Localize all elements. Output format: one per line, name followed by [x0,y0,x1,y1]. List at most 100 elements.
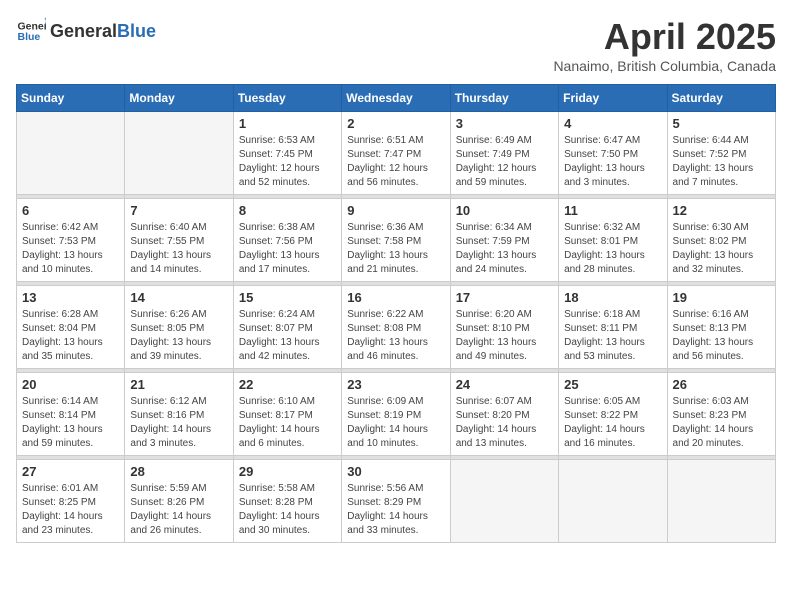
svg-text:Blue: Blue [18,31,41,43]
calendar-cell: 16 Sunrise: 6:22 AM Sunset: 8:08 PM Dayli… [342,286,450,369]
day-number: 16 [347,290,444,305]
day-info: Sunrise: 5:56 AM Sunset: 8:29 PM Dayligh… [347,482,444,538]
calendar-cell: 10Sunrise: 6:34 AM Sunset: 7:59 PM Dayli… [450,199,558,282]
calendar-cell: 29 Sunrise: 5:58 AM Sunset: 8:28 PM Dayli… [233,460,341,543]
day-info: Sunrise: 6:42 AM Sunset: 7:53 PM Dayligh… [22,221,119,277]
week-row-4: 20 Sunrise: 6:14 AM Sunset: 8:14 PM Dayli… [17,373,776,456]
calendar-cell: 3Sunrise: 6:49 AM Sunset: 7:49 PM Daylig… [450,112,558,195]
day-info: Sunrise: 6:38 AM Sunset: 7:56 PM Dayligh… [239,221,336,277]
day-number: 18 [564,290,661,305]
calendar-cell: 18 Sunrise: 6:18 AM Sunset: 8:11 PM Dayli… [559,286,667,369]
day-info: Sunrise: 6:26 AM Sunset: 8:05 PM Dayligh… [130,308,227,364]
day-info: Sunrise: 6:51 AM Sunset: 7:47 PM Dayligh… [347,134,444,190]
calendar-cell: 12Sunrise: 6:30 AM Sunset: 8:02 PM Dayli… [667,199,775,282]
weekday-header-row: SundayMondayTuesdayWednesdayThursdayFrid… [17,85,776,112]
day-number: 22 [239,377,336,392]
calendar-cell [559,460,667,543]
day-number: 12 [673,203,770,218]
day-number: 1 [239,116,336,131]
calendar-cell [17,112,125,195]
day-info: Sunrise: 6:49 AM Sunset: 7:49 PM Dayligh… [456,134,553,190]
day-info: Sunrise: 6:32 AM Sunset: 8:01 PM Dayligh… [564,221,661,277]
calendar-cell [667,460,775,543]
day-number: 15 [239,290,336,305]
day-number: 2 [347,116,444,131]
day-number: 23 [347,377,444,392]
calendar-cell: 5 Sunrise: 6:44 AM Sunset: 7:52 PM Daylig… [667,112,775,195]
calendar-cell: 9 Sunrise: 6:36 AM Sunset: 7:58 PM Daylig… [342,199,450,282]
weekday-header-friday: Friday [559,85,667,112]
day-number: 7 [130,203,227,218]
calendar-cell: 17 Sunrise: 6:20 AM Sunset: 8:10 PM Dayli… [450,286,558,369]
day-info: Sunrise: 6:16 AM Sunset: 8:13 PM Dayligh… [673,308,770,364]
day-number: 9 [347,203,444,218]
calendar-cell: 19 Sunrise: 6:16 AM Sunset: 8:13 PM Dayli… [667,286,775,369]
calendar-cell: 6 Sunrise: 6:42 AM Sunset: 7:53 PM Daylig… [17,199,125,282]
week-row-5: 27 Sunrise: 6:01 AM Sunset: 8:25 PM Dayli… [17,460,776,543]
week-row-3: 13 Sunrise: 6:28 AM Sunset: 8:04 PM Dayli… [17,286,776,369]
weekday-header-wednesday: Wednesday [342,85,450,112]
day-info: Sunrise: 5:59 AM Sunset: 8:26 PM Dayligh… [130,482,227,538]
calendar-cell: 2 Sunrise: 6:51 AM Sunset: 7:47 PM Daylig… [342,112,450,195]
logo-blue-text: Blue [117,21,156,42]
calendar-cell: 24Sunrise: 6:07 AM Sunset: 8:20 PM Dayli… [450,373,558,456]
day-number: 24 [456,377,553,392]
calendar-cell: 1 Sunrise: 6:53 AM Sunset: 7:45 PM Daylig… [233,112,341,195]
day-number: 4 [564,116,661,131]
calendar-cell [125,112,233,195]
calendar-cell: 26 Sunrise: 6:03 AM Sunset: 8:23 PM Dayli… [667,373,775,456]
weekday-header-tuesday: Tuesday [233,85,341,112]
day-number: 27 [22,464,119,479]
day-number: 29 [239,464,336,479]
calendar-cell: 28 Sunrise: 5:59 AM Sunset: 8:26 PM Dayli… [125,460,233,543]
calendar-cell: 11 Sunrise: 6:32 AM Sunset: 8:01 PM Dayli… [559,199,667,282]
logo: General Blue General Blue [16,16,156,46]
day-number: 17 [456,290,553,305]
day-number: 14 [130,290,227,305]
title-area: April 2025 Nanaimo, British Columbia, Ca… [553,16,776,74]
calendar-subtitle: Nanaimo, British Columbia, Canada [553,58,776,74]
day-number: 8 [239,203,336,218]
calendar-cell: 8 Sunrise: 6:38 AM Sunset: 7:56 PM Daylig… [233,199,341,282]
day-info: Sunrise: 6:47 AM Sunset: 7:50 PM Dayligh… [564,134,661,190]
day-info: Sunrise: 6:22 AM Sunset: 8:08 PM Dayligh… [347,308,444,364]
weekday-header-thursday: Thursday [450,85,558,112]
day-info: Sunrise: 6:01 AM Sunset: 8:25 PM Dayligh… [22,482,119,538]
calendar-cell [450,460,558,543]
weekday-header-sunday: Sunday [17,85,125,112]
day-info: Sunrise: 6:05 AM Sunset: 8:22 PM Dayligh… [564,395,661,451]
calendar-cell: 4 Sunrise: 6:47 AM Sunset: 7:50 PM Daylig… [559,112,667,195]
day-number: 11 [564,203,661,218]
day-number: 6 [22,203,119,218]
day-number: 5 [673,116,770,131]
weekday-header-saturday: Saturday [667,85,775,112]
calendar-cell: 27 Sunrise: 6:01 AM Sunset: 8:25 PM Dayli… [17,460,125,543]
day-info: Sunrise: 6:18 AM Sunset: 8:11 PM Dayligh… [564,308,661,364]
day-number: 26 [673,377,770,392]
day-info: Sunrise: 6:28 AM Sunset: 8:04 PM Dayligh… [22,308,119,364]
day-info: Sunrise: 6:12 AM Sunset: 8:16 PM Dayligh… [130,395,227,451]
day-info: Sunrise: 6:36 AM Sunset: 7:58 PM Dayligh… [347,221,444,277]
day-info: Sunrise: 6:03 AM Sunset: 8:23 PM Dayligh… [673,395,770,451]
day-number: 20 [22,377,119,392]
day-info: Sunrise: 5:58 AM Sunset: 8:28 PM Dayligh… [239,482,336,538]
calendar-cell: 30Sunrise: 5:56 AM Sunset: 8:29 PM Dayli… [342,460,450,543]
day-number: 28 [130,464,227,479]
day-info: Sunrise: 6:14 AM Sunset: 8:14 PM Dayligh… [22,395,119,451]
day-info: Sunrise: 6:53 AM Sunset: 7:45 PM Dayligh… [239,134,336,190]
weekday-header-monday: Monday [125,85,233,112]
calendar-title: April 2025 [553,16,776,58]
week-row-2: 6 Sunrise: 6:42 AM Sunset: 7:53 PM Daylig… [17,199,776,282]
calendar-cell: 22Sunrise: 6:10 AM Sunset: 8:17 PM Dayli… [233,373,341,456]
logo-general-text: General [50,21,117,42]
day-number: 13 [22,290,119,305]
day-info: Sunrise: 6:20 AM Sunset: 8:10 PM Dayligh… [456,308,553,364]
calendar-table: SundayMondayTuesdayWednesdayThursdayFrid… [16,84,776,543]
logo-icon: General Blue [16,16,46,46]
calendar-cell: 15Sunrise: 6:24 AM Sunset: 8:07 PM Dayli… [233,286,341,369]
day-number: 19 [673,290,770,305]
calendar-cell: 13 Sunrise: 6:28 AM Sunset: 8:04 PM Dayli… [17,286,125,369]
day-info: Sunrise: 6:09 AM Sunset: 8:19 PM Dayligh… [347,395,444,451]
day-number: 25 [564,377,661,392]
day-info: Sunrise: 6:44 AM Sunset: 7:52 PM Dayligh… [673,134,770,190]
